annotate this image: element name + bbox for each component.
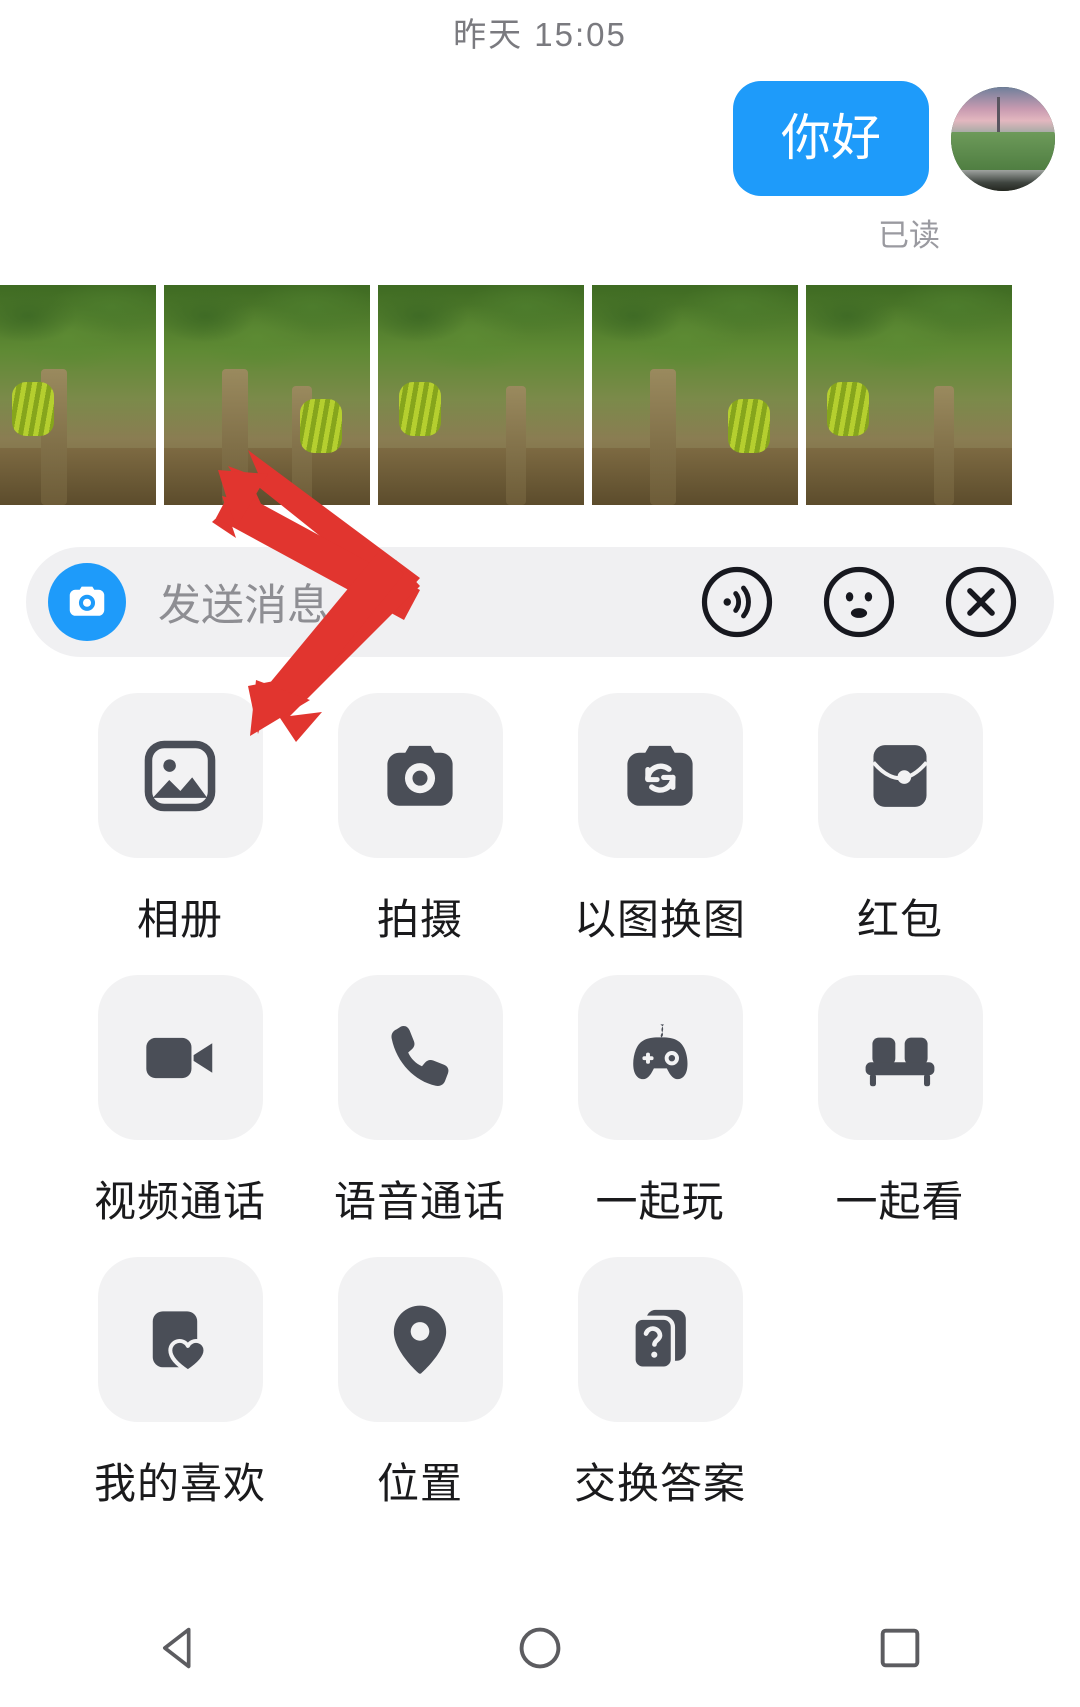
phone-call-icon[interactable] bbox=[337, 975, 503, 1140]
avatar-sky bbox=[951, 86, 1055, 136]
grid-item-voice-call[interactable]: 语音通话 bbox=[300, 975, 540, 1251]
gallery-icon[interactable] bbox=[97, 693, 263, 858]
sofa-icon[interactable] bbox=[817, 975, 983, 1140]
photo-banana-bunch bbox=[398, 381, 441, 436]
photo-trunk bbox=[649, 368, 676, 505]
photo-thumbnail[interactable] bbox=[806, 285, 1012, 505]
grid-item-label: 拍摄 bbox=[376, 896, 463, 943]
photo-thumbnail[interactable] bbox=[0, 285, 156, 505]
message-bubble[interactable]: 你好 bbox=[733, 81, 929, 196]
grid-item-empty bbox=[780, 1257, 1020, 1533]
grid-item-red-packet[interactable]: 红包 bbox=[780, 693, 1020, 969]
grid-item-label: 交换答案 bbox=[573, 1460, 746, 1507]
chat-screen: 昨天 15:05 你好 已读 发送消息 相册 拍摄 以图换图 红包 视频通话 语… bbox=[0, 0, 1080, 1707]
triangle-back-icon bbox=[162, 1627, 191, 1669]
avatar-pole bbox=[996, 96, 1000, 135]
photo-trunk bbox=[505, 386, 526, 505]
close-icon[interactable] bbox=[942, 563, 1020, 641]
camera-icon[interactable] bbox=[337, 693, 503, 858]
grid-item-camera[interactable]: 拍摄 bbox=[300, 693, 540, 969]
photo-trunk bbox=[221, 368, 248, 505]
read-status: 已读 bbox=[878, 218, 940, 253]
grid-item-label: 位置 bbox=[376, 1460, 463, 1507]
recents-button[interactable] bbox=[840, 1622, 960, 1674]
grid-item-location[interactable]: 位置 bbox=[300, 1257, 540, 1533]
photo-ground bbox=[592, 447, 798, 505]
grid-item-label: 红包 bbox=[856, 896, 943, 943]
photo-ground bbox=[378, 447, 584, 505]
photo-thumbnail[interactable] bbox=[592, 285, 798, 505]
grid-item-my-favorites[interactable]: 我的喜欢 bbox=[60, 1257, 300, 1533]
grid-item-play-together[interactable]: 一起玩 bbox=[540, 975, 780, 1251]
grid-item-label: 相册 bbox=[136, 896, 223, 943]
grid-item-label: 一起玩 bbox=[595, 1178, 725, 1225]
grid-item-label: 视频通话 bbox=[93, 1178, 266, 1225]
photo-thumbnail[interactable] bbox=[164, 285, 370, 505]
grid-item-label: 一起看 bbox=[835, 1178, 965, 1225]
image-swap-icon[interactable] bbox=[577, 693, 743, 858]
message-input-placeholder[interactable]: 发送消息 bbox=[158, 571, 698, 633]
square-recents-icon bbox=[880, 1628, 920, 1668]
gamepad-icon[interactable] bbox=[577, 975, 743, 1140]
photo-ground bbox=[806, 447, 1012, 505]
avatar[interactable] bbox=[951, 86, 1055, 191]
voice-wave-icon[interactable] bbox=[698, 563, 776, 641]
avatar-road bbox=[951, 169, 1055, 191]
android-navigation-bar bbox=[0, 1589, 1080, 1707]
camera-icon[interactable] bbox=[48, 563, 126, 641]
photo-banana-bunch bbox=[299, 399, 342, 454]
back-button[interactable] bbox=[120, 1622, 240, 1674]
emoji-face-icon[interactable] bbox=[820, 563, 898, 641]
photo-thumbnail[interactable] bbox=[378, 285, 584, 505]
input-bar-icons bbox=[698, 563, 1020, 641]
grid-item-label: 语音通话 bbox=[333, 1178, 506, 1225]
photo-banana-bunch bbox=[12, 381, 54, 436]
message-timestamp: 昨天 15:05 bbox=[453, 16, 627, 53]
photo-ground bbox=[0, 447, 156, 505]
grid-item-label: 我的喜欢 bbox=[93, 1460, 266, 1507]
location-pin-icon[interactable] bbox=[337, 1257, 503, 1422]
grid-item-gallery[interactable]: 相册 bbox=[60, 693, 300, 969]
red-packet-icon[interactable] bbox=[817, 693, 983, 858]
outgoing-message-row: 你好 bbox=[0, 81, 1080, 196]
photo-ground bbox=[164, 447, 370, 505]
grid-item-exchange-answers[interactable]: 交换答案 bbox=[540, 1257, 780, 1533]
attachment-panel-grid: 相册 拍摄 以图换图 红包 视频通话 语音通话 一起玩 一起看 我的喜欢 位置 … bbox=[0, 693, 1080, 1533]
grid-item-video-call[interactable]: 视频通话 bbox=[60, 975, 300, 1251]
photo-trunk bbox=[933, 386, 954, 505]
home-button[interactable] bbox=[480, 1622, 600, 1674]
favorite-heart-icon[interactable] bbox=[97, 1257, 263, 1422]
photo-banana-bunch bbox=[727, 399, 770, 454]
grid-item-watch-together[interactable]: 一起看 bbox=[780, 975, 1020, 1251]
photo-strip[interactable] bbox=[0, 285, 1080, 505]
video-call-icon[interactable] bbox=[97, 975, 263, 1140]
grid-item-image-swap[interactable]: 以图换图 bbox=[540, 693, 780, 969]
photo-banana-bunch bbox=[826, 381, 869, 436]
message-input-bar[interactable]: 发送消息 bbox=[26, 547, 1054, 657]
grid-item-label: 以图换图 bbox=[573, 896, 746, 943]
circle-home-icon bbox=[519, 1627, 561, 1669]
question-cards-icon[interactable] bbox=[577, 1257, 743, 1422]
